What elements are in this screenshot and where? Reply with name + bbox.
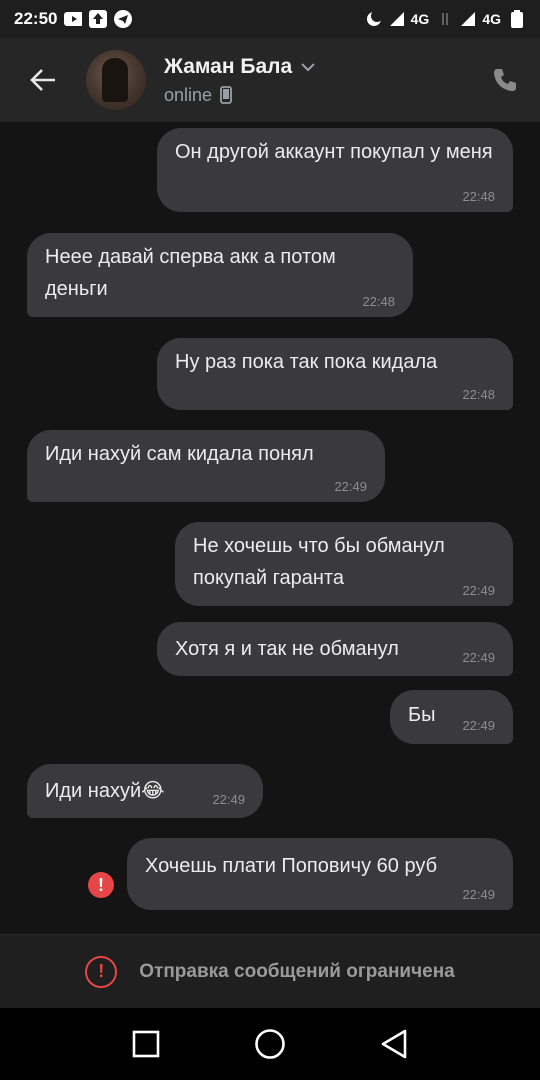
back-triangle-icon [381,1029,407,1059]
youtube-icon [64,11,83,27]
back-nav-button[interactable] [374,1024,414,1064]
call-icon [494,69,516,91]
battery-icon [508,10,526,28]
message-in[interactable]: Неее давай сперва акк а потом деньги 22:… [27,233,413,317]
message-time: 22:48 [362,294,395,309]
message-text: Хотя я и так не обманул [175,638,399,660]
status-time: 22:50 [14,9,58,28]
message-text: Он другой аккаунт покупал у меня [175,141,493,163]
upload-icon [89,10,108,28]
avatar[interactable] [86,50,146,110]
home-icon [255,1029,285,1059]
signal-icon [389,12,404,26]
message-out[interactable]: Он другой аккаунт покупал у меня 22:48 [157,128,513,212]
moon-icon [365,11,383,27]
telegram-icon [114,10,133,28]
message-text: Ну раз пока так пока кидала [175,351,438,373]
message-time: 22:49 [462,583,495,598]
call-button[interactable] [470,38,540,122]
peer-name: Жаман Бала [164,54,293,78]
network-type-2: 4G [482,11,501,27]
warning-icon: ! [85,955,118,988]
chat-header: Жаман Бала online [0,38,540,122]
message-time: 22:49 [334,479,367,494]
message-in[interactable]: Иди нахуй сам кидала понял 22:49 [27,430,385,502]
system-nav-bar [0,1008,540,1080]
message-out[interactable]: Ну раз пока так пока кидала 22:48 [157,338,513,410]
peer-info[interactable]: Жаман Бала online [164,55,470,106]
peer-status: online [164,84,213,105]
data-arrows-icon [436,11,454,27]
message-time: 22:49 [462,887,495,902]
message-time: 22:49 [212,792,245,807]
message-out[interactable]: Бы 22:49 [390,690,513,744]
message-out[interactable]: Не хочешь что бы обманул покупай гаранта… [175,522,513,606]
chevron-down-icon [301,62,315,71]
message-text: Неее давай сперва акк а потом деньги [45,246,336,300]
send-failed-icon[interactable]: ! [88,872,114,898]
restricted-text: Отправка сообщений ограничена [139,960,455,982]
signal-icon-2 [461,12,476,26]
message-time: 22:49 [462,718,495,733]
status-bar: 22:50 4G 4G [0,0,540,38]
message-time: 22:48 [462,189,495,204]
message-time: 22:48 [462,387,495,402]
message-text: Хочешь плати Поповичу 60 руб [145,855,438,877]
message-text: Иди нахуй сам кидала понял [45,443,314,465]
network-type-1: 4G [410,11,430,27]
message-out[interactable]: Хотя я и так не обманул 22:49 [157,622,513,676]
message-time: 22:49 [462,650,495,665]
message-list[interactable]: Он другой аккаунт покупал у меня 22:48 Н… [0,122,540,934]
message-text: Не хочешь что бы обманул покупай гаранта [193,535,445,589]
recents-icon [132,1030,160,1058]
recents-button[interactable] [126,1024,166,1064]
phone-device-icon [220,86,232,104]
back-arrow-icon [30,69,55,91]
messaging-restricted-bar: ! Отправка сообщений ограничена [0,934,540,1008]
message-out-failed[interactable]: Хочешь плати Поповичу 60 руб 22:49 [127,838,513,910]
home-button[interactable] [250,1024,290,1064]
back-button[interactable] [0,38,86,122]
message-in[interactable]: Иди нахуй😂 22:49 [27,764,263,818]
